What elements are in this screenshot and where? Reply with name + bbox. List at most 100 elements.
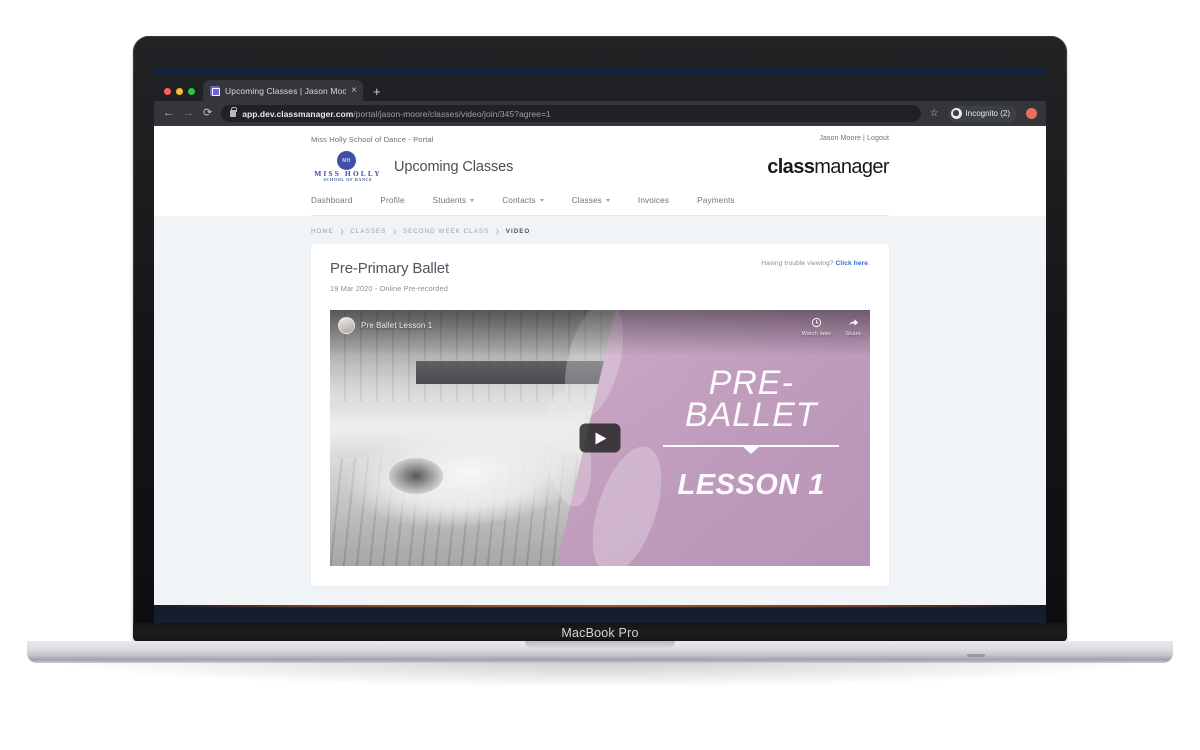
school-logo-subtitle: SCHOOL OF DANCE xyxy=(323,177,373,182)
nav-label: Students xyxy=(432,196,467,205)
breadcrumb-item-video: VIDEO xyxy=(505,228,531,235)
school-logo[interactable]: MH MISS HOLLY SCHOOL OF DANCE xyxy=(311,151,385,183)
nav-item-payments[interactable]: Payments xyxy=(697,196,735,205)
trouble-viewing-note: Having trouble viewing? Click here. xyxy=(761,260,870,267)
incognito-indicator[interactable]: Incognito (2) xyxy=(947,105,1017,122)
breadcrumb-item-second-week-class[interactable]: SECOND WEEK CLASS xyxy=(403,228,489,235)
forward-icon[interactable]: → xyxy=(183,108,194,119)
nav-label: Invoices xyxy=(637,196,670,205)
nav-item-dashboard[interactable]: Dashboard xyxy=(311,196,352,205)
main-nav: Dashboard Profile Students Contacts Clas… xyxy=(311,196,889,216)
card-header: Pre-Primary Ballet 19 Mar 2020 - Online … xyxy=(330,260,870,293)
overlay-heading-line2: BALLET xyxy=(684,395,818,434)
share-button[interactable]: Share xyxy=(845,317,861,337)
classmanager-logo-light: manager xyxy=(814,155,889,178)
play-icon xyxy=(595,432,607,444)
click-here-link[interactable]: Click here xyxy=(836,260,869,267)
favicon-icon xyxy=(210,85,220,96)
class-subtitle: 19 Mar 2020 - Online Pre-recorded xyxy=(330,284,448,293)
overlay-heading-line1: PRE- xyxy=(708,363,794,402)
video-actions: Watch later Share xyxy=(802,317,861,337)
browser-window: Upcoming Classes | Jason Moo × + ← → ⟳ a… xyxy=(154,75,1046,605)
nav-label: Classes xyxy=(571,196,602,205)
header-brand-row: MH MISS HOLLY SCHOOL OF DANCE Upcoming C… xyxy=(311,151,890,183)
close-tab-icon[interactable]: × xyxy=(351,85,357,96)
window-traffic-lights[interactable] xyxy=(162,88,203,101)
breadcrumb: HOME ❯ CLASSES ❯ SECOND WEEK CLASS ❯ VID… xyxy=(311,226,889,244)
laptop-base-shadow xyxy=(60,661,1140,687)
nav-item-contacts[interactable]: Contacts xyxy=(502,196,544,205)
webcam-icon xyxy=(597,52,603,57)
site-header: Miss Holly School of Dance - Portal Jaso… xyxy=(154,126,1046,216)
watch-later-label: Watch later xyxy=(801,331,832,337)
video-title-group[interactable]: Pre Ballet Lesson 1 xyxy=(338,317,432,334)
nav-label: Contacts xyxy=(502,196,536,205)
breadcrumb-item-classes[interactable]: CLASSES xyxy=(350,228,386,235)
nav-item-classes[interactable]: Classes xyxy=(572,196,610,205)
overlay-lesson-label: LESSON 1 xyxy=(677,469,825,502)
lock-icon xyxy=(230,106,237,117)
nav-item-invoices[interactable]: Invoices xyxy=(638,196,669,205)
portal-name: Miss Holly School of Dance - Portal xyxy=(311,135,434,144)
url-path: /portal/jason-moore/classes/video/join/3… xyxy=(353,108,551,119)
chevron-down-icon xyxy=(470,199,475,202)
nav-item-profile[interactable]: Profile xyxy=(380,196,404,205)
video-top-bar: Pre Ballet Lesson 1 Watch later Share xyxy=(330,310,870,356)
browser-tabstrip: Upcoming Classes | Jason Moo × + xyxy=(154,75,1046,101)
share-icon xyxy=(848,319,858,326)
reload-icon[interactable]: ⟳ xyxy=(203,108,212,119)
watch-later-button[interactable]: Watch later xyxy=(802,317,832,337)
breadcrumb-separator-icon: ❯ xyxy=(392,228,397,235)
chevron-down-icon xyxy=(539,199,544,202)
browser-tab[interactable]: Upcoming Classes | Jason Moo × xyxy=(203,80,363,101)
breadcrumb-separator-icon: ❯ xyxy=(339,228,345,235)
url-domain: app.dev.classmanager.com xyxy=(242,108,354,119)
channel-avatar[interactable] xyxy=(338,317,355,334)
close-window-button[interactable] xyxy=(164,88,171,95)
browser-omnibar: ← → ⟳ app.dev.classmanager.com/portal/ja… xyxy=(154,101,1046,126)
laptop-model-label: MacBook Pro xyxy=(133,623,1067,642)
card-title-group: Pre-Primary Ballet 19 Mar 2020 - Online … xyxy=(330,260,449,293)
overlay-heading: PRE- BALLET xyxy=(684,363,818,434)
incognito-label: Incognito (2) xyxy=(965,109,1010,118)
chevron-down-icon xyxy=(605,199,610,202)
clock-icon xyxy=(811,317,822,328)
class-title: Pre-Primary Ballet xyxy=(330,260,449,277)
tab-title: Upcoming Classes | Jason Moo xyxy=(225,85,347,96)
bookmark-star-icon[interactable]: ☆ xyxy=(930,108,939,119)
school-logo-badge: MH xyxy=(337,151,356,170)
overlay-divider xyxy=(663,445,840,448)
trouble-viewing-text: Having trouble viewing? xyxy=(761,260,834,267)
breadcrumb-item-home[interactable]: HOME xyxy=(311,228,334,235)
nav-item-students[interactable]: Students xyxy=(433,196,475,205)
nav-label: Dashboard xyxy=(311,196,353,205)
header-top-row: Miss Holly School of Dance - Portal Jaso… xyxy=(311,135,889,144)
video-card: Pre-Primary Ballet 19 Mar 2020 - Online … xyxy=(311,244,889,586)
brand-group: MH MISS HOLLY SCHOOL OF DANCE Upcoming C… xyxy=(311,151,513,183)
back-icon[interactable]: ← xyxy=(163,108,174,119)
user-session-links[interactable]: Jason Moore | Logout xyxy=(819,135,889,142)
macbook-mockup: Upcoming Classes | Jason Moo × + ← → ⟳ a… xyxy=(0,0,1200,750)
laptop-lid: Upcoming Classes | Jason Moo × + ← → ⟳ a… xyxy=(133,36,1067,642)
laptop-screen: Upcoming Classes | Jason Moo × + ← → ⟳ a… xyxy=(154,67,1046,623)
page-body: HOME ❯ CLASSES ❯ SECOND WEEK CLASS ❯ VID… xyxy=(154,216,1046,605)
incognito-avatar-icon xyxy=(950,108,962,119)
page-title: Upcoming Classes xyxy=(394,159,514,175)
classmanager-logo-bold: class xyxy=(767,155,815,178)
address-bar[interactable]: app.dev.classmanager.com/portal/jason-mo… xyxy=(221,105,921,122)
play-button[interactable] xyxy=(579,423,621,453)
share-label: Share xyxy=(845,331,861,337)
laptop-base xyxy=(27,641,1173,663)
url-text: app.dev.classmanager.com/portal/jason-mo… xyxy=(242,109,551,119)
minimize-window-button[interactable] xyxy=(176,88,183,95)
classmanager-logo: classmanager xyxy=(767,156,889,179)
nav-label: Payments xyxy=(697,196,735,205)
new-tab-button[interactable]: + xyxy=(363,85,390,101)
video-title: Pre Ballet Lesson 1 xyxy=(361,321,433,330)
maximize-window-button[interactable] xyxy=(188,88,195,95)
profile-avatar[interactable] xyxy=(1026,108,1037,119)
breadcrumb-separator-icon: ❯ xyxy=(495,228,500,235)
video-player[interactable]: PRE- BALLET LESSON 1 Pre Ballet Lesson 1… xyxy=(330,310,870,566)
nav-label: Profile xyxy=(380,196,405,205)
laptop-base-notch xyxy=(967,654,985,657)
